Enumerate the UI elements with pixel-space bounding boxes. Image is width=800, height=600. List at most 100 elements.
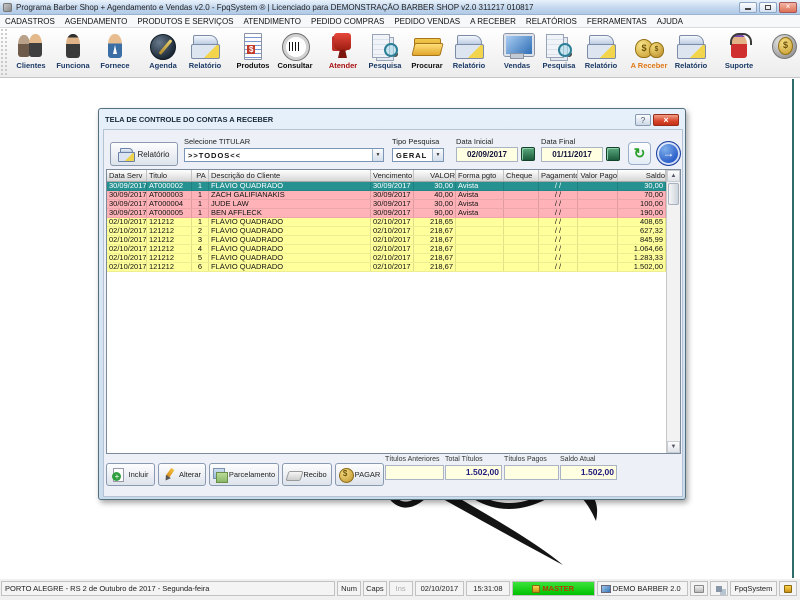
data-final-field[interactable]: 01/11/2017 bbox=[541, 147, 603, 162]
menu-atendimento[interactable]: ATENDIMENTO bbox=[239, 17, 306, 26]
menu-ferramentas[interactable]: FERRAMENTAS bbox=[582, 17, 652, 26]
table-cell: 30/09/2017 bbox=[371, 209, 414, 217]
toolbar-sales-button[interactable]: Vendas bbox=[496, 30, 538, 77]
dialog-help-button[interactable]: ? bbox=[635, 113, 651, 126]
current-balance-label: Saldo Atual bbox=[560, 456, 596, 463]
dialog-titlebar[interactable]: TELA DE CONTROLE DO CONTAS A RECEBER ? × bbox=[101, 111, 683, 128]
table-cell: BEN AFFLECK bbox=[209, 209, 371, 217]
column-header[interactable]: Vencimento bbox=[371, 170, 414, 181]
table-cell: Avista bbox=[456, 191, 504, 199]
column-header[interactable]: Descrição do Cliente bbox=[209, 170, 371, 181]
scroll-up-icon[interactable]: ▲ bbox=[667, 170, 680, 182]
refresh-button[interactable]: ↻ bbox=[628, 142, 651, 165]
restore-icon bbox=[765, 4, 771, 10]
scroll-down-icon[interactable]: ▼ bbox=[667, 441, 680, 453]
titular-select[interactable]: >>TODOS<< ▼ bbox=[184, 148, 384, 162]
column-header[interactable]: Forma pgto bbox=[456, 170, 504, 181]
toolbar-consult-button[interactable]: Consultar bbox=[274, 30, 316, 77]
table-cell: Avista bbox=[456, 200, 504, 208]
column-header[interactable]: VALOR bbox=[414, 170, 456, 181]
toolbar-sales-report-button[interactable]: Relatório bbox=[580, 30, 622, 77]
table-cell: Avista bbox=[456, 209, 504, 217]
column-header[interactable]: Valor Pago bbox=[578, 170, 618, 181]
table-row[interactable]: 02/10/2017 121212 3 FLÁVIO QUADRADO 02/10/20… bbox=[107, 236, 667, 245]
chair-icon bbox=[328, 32, 358, 60]
toolbar-attend-report-button[interactable]: Relatório bbox=[448, 30, 490, 77]
toolbar-clients-button[interactable]: Clientes bbox=[10, 30, 52, 77]
menu-agendamento[interactable]: AGENDAMENTO bbox=[60, 17, 133, 26]
menu-a-receber[interactable]: A RECEBER bbox=[465, 17, 521, 26]
vertical-scrollbar[interactable]: ▲ ▼ bbox=[666, 170, 680, 453]
table-row[interactable]: 02/10/2017 121212 4 FLÁVIO QUADRADO 02/10/20… bbox=[107, 245, 667, 254]
report-button[interactable]: Relatório bbox=[110, 142, 178, 166]
column-header[interactable]: Pagamento bbox=[539, 170, 578, 181]
toolbar-attend-search-button[interactable]: Pesquisa bbox=[364, 30, 406, 77]
table-cell: 30/09/2017 bbox=[109, 182, 147, 190]
data-inicial-label: Data Inicial bbox=[456, 137, 494, 146]
scrollbar-thumb[interactable] bbox=[668, 183, 679, 205]
minimize-button[interactable] bbox=[739, 1, 757, 13]
products-icon bbox=[238, 32, 268, 60]
table-cell: 627,32 bbox=[618, 227, 666, 235]
table-row[interactable]: 02/10/2017 121212 5 FLÁVIO QUADRADO 02/10/20… bbox=[107, 254, 667, 263]
table-cell bbox=[578, 245, 618, 253]
table-cell: 218,65 bbox=[414, 218, 456, 226]
menu-ajuda[interactable]: AJUDA bbox=[652, 17, 688, 26]
toolbar-agenda-report-button[interactable]: Relatório bbox=[184, 30, 226, 77]
tipo-pesquisa-select[interactable]: GERAL ▼ bbox=[392, 148, 444, 162]
mdi-client-area: TELA DE CONTROLE DO CONTAS A RECEBER ? ×… bbox=[0, 79, 800, 578]
receivables-table: Data Serv Titulo PA Descrição do Cliente Ven… bbox=[106, 169, 681, 454]
table-cell bbox=[504, 254, 539, 262]
table-row[interactable]: 30/09/2017 AT000004 1 JUDE LAW 30/09/2017 30,… bbox=[107, 200, 667, 209]
column-header[interactable]: PA bbox=[192, 170, 209, 181]
toolbar-sales-report-label: Relatório bbox=[584, 61, 618, 70]
toolbar-attend-button[interactable]: Atender bbox=[322, 30, 364, 77]
table-cell: 40,00 bbox=[414, 191, 456, 199]
toolbar-cash-button[interactable] bbox=[766, 30, 800, 77]
table-cell: 02/10/2017 bbox=[371, 227, 414, 235]
toolbar-agenda-button[interactable]: Agenda bbox=[142, 30, 184, 77]
menu-relat-rios[interactable]: RELATÓRIOS bbox=[521, 17, 582, 26]
restore-button[interactable] bbox=[759, 1, 777, 13]
table-cell bbox=[578, 254, 618, 262]
search-icon bbox=[544, 32, 574, 60]
menu-pedido-vendas[interactable]: PEDIDO VENDAS bbox=[389, 17, 465, 26]
column-header[interactable]: Titulo bbox=[147, 170, 192, 181]
toolbar-products-button[interactable]: Produtos bbox=[232, 30, 274, 77]
toolbar-employees-button[interactable]: Funciona bbox=[52, 30, 94, 77]
table-row[interactable]: 30/09/2017 AT000005 1 BEN AFFLECK 30/09/2017… bbox=[107, 209, 667, 218]
agenda-icon bbox=[148, 32, 178, 60]
column-header[interactable]: Saldo bbox=[618, 170, 666, 181]
menu-pedido-compras[interactable]: PEDIDO COMPRAS bbox=[306, 17, 389, 26]
toolbar-suppliers-button[interactable]: Fornece bbox=[94, 30, 136, 77]
dialog-close-button[interactable]: × bbox=[653, 113, 679, 126]
menu-produtos-e-servi-os[interactable]: PRODUTOS E SERVIÇOS bbox=[132, 17, 238, 26]
column-header[interactable]: Data Serv bbox=[107, 170, 147, 181]
toolbar-receivables-button[interactable]: A Receber bbox=[628, 30, 670, 77]
paid-titles: Títulos Pagos bbox=[504, 456, 559, 480]
table-cell bbox=[456, 263, 504, 271]
toolbar-attend-find-label: Procurar bbox=[411, 61, 443, 70]
go-button[interactable]: → bbox=[656, 141, 681, 166]
toolbar-support-button[interactable]: Suporte bbox=[718, 30, 760, 77]
data-inicial-field[interactable]: 02/09/2017 bbox=[456, 147, 518, 162]
table-row[interactable]: 02/10/2017 121212 1 FLÁVIO QUADRADO 02/10/20… bbox=[107, 218, 667, 227]
toolbar-receivables-report-button[interactable]: Relatório bbox=[670, 30, 712, 77]
column-header[interactable]: Cheque bbox=[504, 170, 539, 181]
folder-icon bbox=[412, 32, 442, 60]
calendar-icon[interactable] bbox=[521, 147, 535, 161]
toolbar-attend-find-button[interactable]: Procurar bbox=[406, 30, 448, 77]
clients-icon bbox=[16, 32, 46, 60]
table-cell: 121212 bbox=[147, 245, 192, 253]
toolbar-clients-label: Clientes bbox=[16, 61, 46, 70]
table-row[interactable]: 30/09/2017 AT000002 1 FLÁVIO QUADRADO 30/09/… bbox=[107, 182, 667, 191]
menu-cadastros[interactable]: CADASTROS bbox=[0, 17, 60, 26]
table-cell: 02/10/2017 bbox=[109, 263, 147, 271]
calendar-icon[interactable] bbox=[606, 147, 620, 161]
close-button[interactable]: × bbox=[779, 1, 797, 13]
table-cell: / / bbox=[539, 191, 578, 199]
toolbar-sales-search-button[interactable]: Pesquisa bbox=[538, 30, 580, 77]
table-row[interactable]: 02/10/2017 121212 6 FLÁVIO QUADRADO 02/10/20… bbox=[107, 263, 667, 272]
table-row[interactable]: 30/09/2017 AT000003 1 ZACH GALIFIANAKIS 30/0… bbox=[107, 191, 667, 200]
table-row[interactable]: 02/10/2017 121212 2 FLÁVIO QUADRADO 02/10/20… bbox=[107, 227, 667, 236]
